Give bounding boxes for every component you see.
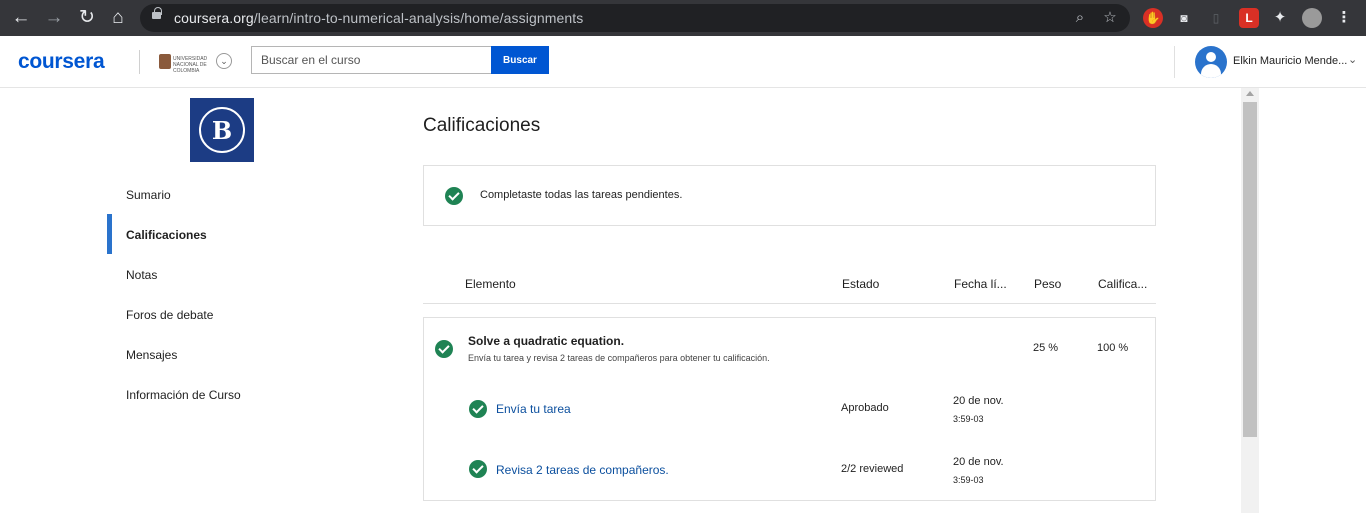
completion-alert: Completaste todas las tareas pendientes.: [423, 165, 1156, 226]
sidebar-item-mensajes[interactable]: Mensajes: [126, 348, 177, 362]
browser-toolbar: ← → ↻ ⌂ coursera.org/learn/intro-to-nume…: [0, 0, 1366, 36]
university-logo-text: UNIVERSIDAD NACIONAL DE COLOMBIA: [173, 56, 208, 74]
site-header: coursera UNIVERSIDAD NACIONAL DE COLOMBI…: [0, 36, 1366, 88]
extension-l-icon[interactable]: L: [1239, 8, 1259, 28]
reload-icon[interactable]: ↻: [75, 6, 99, 30]
sidebar-item-foros[interactable]: Foros de debate: [126, 308, 213, 322]
forward-arrow-icon[interactable]: →: [42, 6, 66, 30]
subtask-due-date: 20 de nov. 3:59-03: [953, 456, 1004, 485]
chevron-down-icon[interactable]: ⌄: [216, 53, 232, 69]
address-bar[interactable]: coursera.org/learn/intro-to-numerical-an…: [140, 4, 1130, 32]
assignment-description: Envía tu tarea y revisa 2 tareas de comp…: [468, 353, 770, 363]
sidebar-active-indicator: [107, 214, 112, 254]
table-row-divider: [423, 500, 1156, 501]
column-header-calificacion[interactable]: Califica...: [1098, 277, 1147, 291]
search-input[interactable]: [251, 46, 491, 74]
home-icon[interactable]: ⌂: [106, 6, 130, 30]
column-header-fecha[interactable]: Fecha lí...: [954, 277, 1007, 291]
column-header-estado[interactable]: Estado: [842, 277, 879, 291]
assignment-weight: 25 %: [1033, 342, 1059, 354]
subtask-link-review[interactable]: Revisa 2 tareas de compañeros.: [496, 463, 669, 477]
scroll-up-arrow-icon[interactable]: [1246, 91, 1254, 96]
menu-kebab-icon[interactable]: ⋮: [1334, 8, 1354, 28]
mouse-icon[interactable]: ▯: [1206, 8, 1226, 28]
assignment-grade: 100 %: [1097, 342, 1129, 354]
column-header-peso[interactable]: Peso: [1034, 277, 1061, 291]
puzzle-icon[interactable]: ✦: [1270, 8, 1290, 28]
check-circle-icon: [469, 460, 487, 478]
alert-text: Completaste todas las tareas pendientes.: [480, 189, 683, 201]
user-name[interactable]: Elkin Mauricio Mende...: [1233, 55, 1347, 67]
assignment-title[interactable]: Solve a quadratic equation.: [468, 334, 624, 348]
table-header-divider: [423, 303, 1156, 304]
search-button[interactable]: Buscar: [491, 46, 549, 74]
check-circle-icon: [435, 340, 453, 358]
check-circle-icon: [445, 187, 463, 205]
sidebar-item-calificaciones[interactable]: Calificaciones: [126, 228, 207, 242]
subtask-status: 2/2 reviewed: [841, 463, 904, 475]
subtask-status: Aprobado: [841, 402, 889, 414]
coursera-logo[interactable]: coursera: [18, 50, 105, 74]
extension-hand-icon[interactable]: ✋: [1143, 8, 1163, 28]
course-logo[interactable]: B: [190, 98, 254, 162]
check-circle-icon: [469, 400, 487, 418]
sidebar-item-sumario[interactable]: Sumario: [126, 188, 171, 202]
sidebar-item-notas[interactable]: Notas: [126, 268, 157, 282]
column-header-elemento[interactable]: Elemento: [465, 277, 516, 291]
url-text: coursera.org/learn/intro-to-numerical-an…: [174, 10, 584, 26]
user-menu-chevron-icon[interactable]: ⌄: [1348, 53, 1357, 66]
university-logo[interactable]: UNIVERSIDAD NACIONAL DE COLOMBIA: [159, 53, 207, 74]
header-divider-right: [1174, 46, 1175, 78]
subtask-due-date: 20 de nov. 3:59-03: [953, 395, 1004, 424]
star-icon[interactable]: ☆: [1100, 8, 1120, 28]
lock-icon: [152, 7, 162, 19]
course-logo-letters: B: [211, 116, 233, 145]
page-title: Calificaciones: [423, 115, 541, 136]
scrollbar-thumb[interactable]: [1243, 102, 1257, 437]
profile-avatar-icon[interactable]: [1302, 8, 1322, 28]
university-seal-icon: [159, 54, 171, 69]
back-arrow-icon[interactable]: ←: [9, 6, 33, 30]
subtask-link-submit[interactable]: Envía tu tarea: [496, 402, 571, 416]
user-avatar[interactable]: [1195, 46, 1227, 78]
header-divider: [139, 50, 140, 74]
camera-icon[interactable]: ◙: [1174, 8, 1194, 28]
sidebar-item-informacion[interactable]: Información de Curso: [126, 388, 241, 402]
zoom-icon[interactable]: ⌕: [1070, 8, 1090, 28]
